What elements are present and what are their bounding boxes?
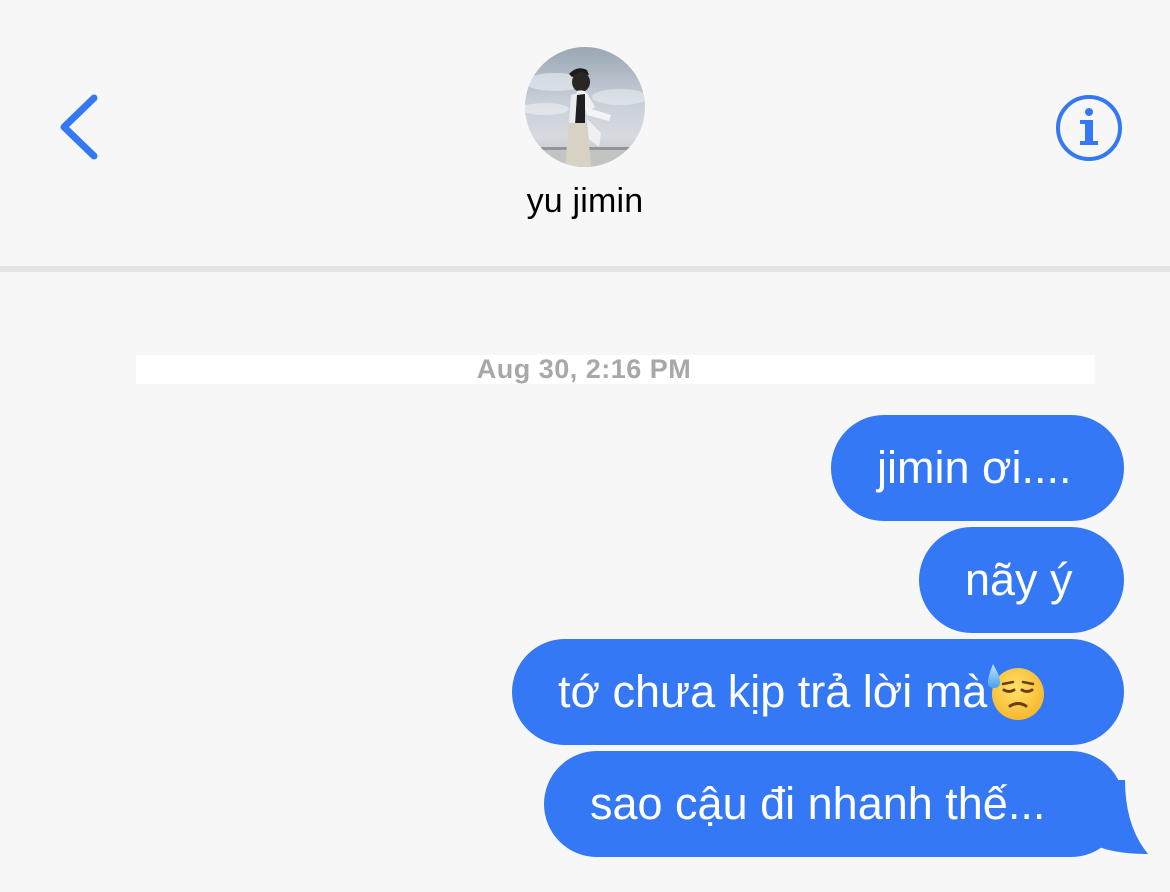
chevron-left-icon [60,94,98,160]
contact-name[interactable]: yu jimin [385,182,785,221]
back-button[interactable] [48,86,118,172]
message-timestamp: Aug 30, 2:16 PM [476,354,692,384]
message-text: jimin ơi.... [877,442,1072,493]
info-icon [1056,95,1122,161]
info-button[interactable] [1053,92,1125,164]
message-text: sao cậu đi nhanh thế... [590,778,1046,829]
header-divider [0,266,1170,272]
avatar[interactable] [525,47,645,167]
message-bubble-outgoing[interactable]: sao cậu đi nhanh thế... [544,751,1124,857]
message-bubble-outgoing[interactable]: jimin ơi.... [831,415,1124,521]
downcast-face-with-sweat-emoji [988,664,1045,721]
message-text: tớ chưa kịp trả lời mà [558,666,988,717]
contact-photo [525,47,645,167]
message-bubble-outgoing[interactable]: nãy ý [919,527,1124,633]
message-text: nãy ý [965,554,1073,605]
conversation-header: yu jimin [0,0,1170,268]
bubble-tail [1085,780,1148,854]
message-bubble-outgoing[interactable]: tớ chưa kịp trả lời mà [512,639,1124,745]
